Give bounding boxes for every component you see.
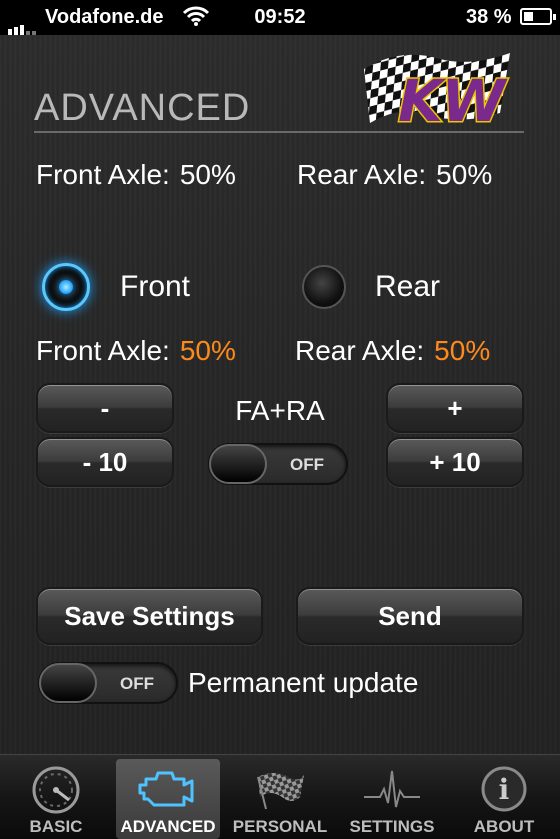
- main-content: KW ADVANCED Front Axle: 50% Rear Axle: 50%…: [0, 35, 560, 754]
- fa-ra-label: FA+RA: [235, 395, 325, 426]
- tab-settings[interactable]: SETTINGS: [340, 759, 444, 839]
- kw-logo: KW: [360, 43, 530, 137]
- toggle-knob: [209, 444, 267, 484]
- fa-ra-toggle-state: OFF: [290, 455, 324, 474]
- status-bar: Vodafone.de 09:52 38 %: [0, 0, 560, 35]
- tab-personal-label: PERSONAL: [232, 817, 328, 836]
- page-title: ADVANCED: [34, 87, 251, 129]
- svg-text:i: i: [499, 773, 510, 806]
- tab-bar: BASIC ADVANCED PERSONAL SETTINGS i ABOUT: [0, 754, 560, 839]
- permanent-update-toggle-state: OFF: [120, 674, 154, 693]
- tab-settings-label: SETTINGS: [349, 817, 435, 836]
- battery-icon: [520, 8, 556, 25]
- svg-text:KW: KW: [398, 67, 508, 135]
- tab-advanced-label: ADVANCED: [120, 817, 216, 836]
- current-front-axle: Front Axle: 50%: [36, 159, 236, 191]
- pulse-icon: [340, 763, 444, 815]
- send-button[interactable]: Send: [296, 587, 524, 645]
- front-radio-label[interactable]: Front: [120, 270, 190, 304]
- current-front-axle-label: Front Axle:: [36, 159, 170, 190]
- tab-basic[interactable]: BASIC: [4, 759, 108, 839]
- title-divider: [34, 131, 524, 133]
- current-front-axle-value: 50%: [179, 159, 236, 190]
- minus-10-button[interactable]: - 10: [36, 437, 174, 487]
- target-front-axle-value: 50%: [179, 335, 236, 366]
- save-settings-button[interactable]: Save Settings: [36, 587, 263, 645]
- permanent-update-toggle[interactable]: OFF: [38, 662, 178, 704]
- target-rear-axle-label: Rear Axle:: [295, 335, 425, 366]
- target-rear-axle-value: 50%: [434, 335, 491, 366]
- fa-ra-toggle[interactable]: OFF: [208, 443, 348, 485]
- target-rear-axle: Rear Axle: 50%: [295, 335, 490, 367]
- plus-10-button[interactable]: + 10: [386, 437, 524, 487]
- tab-basic-label: BASIC: [29, 817, 83, 836]
- rear-radio-label[interactable]: Rear: [375, 270, 440, 304]
- front-radio[interactable]: [42, 263, 90, 311]
- engine-icon: [116, 763, 220, 815]
- target-front-axle-label: Front Axle:: [36, 335, 170, 366]
- current-rear-axle: Rear Axle: 50%: [297, 159, 492, 191]
- rear-radio[interactable]: [302, 265, 346, 309]
- tab-personal[interactable]: PERSONAL: [228, 759, 332, 839]
- current-rear-axle-label: Rear Axle:: [297, 159, 427, 190]
- current-rear-axle-value: 50%: [436, 159, 493, 190]
- toggle-knob: [39, 663, 97, 703]
- info-icon: i: [452, 763, 556, 815]
- tab-advanced[interactable]: ADVANCED: [116, 759, 220, 839]
- battery-percentage: 38 %: [466, 6, 512, 28]
- permanent-update-label: Permanent update: [188, 667, 419, 698]
- checkered-flag-icon: [228, 763, 332, 815]
- speedometer-icon: [4, 763, 108, 815]
- tab-about[interactable]: i ABOUT: [452, 759, 556, 839]
- tab-about-label: ABOUT: [473, 817, 535, 836]
- target-front-axle: Front Axle: 50%: [36, 335, 236, 367]
